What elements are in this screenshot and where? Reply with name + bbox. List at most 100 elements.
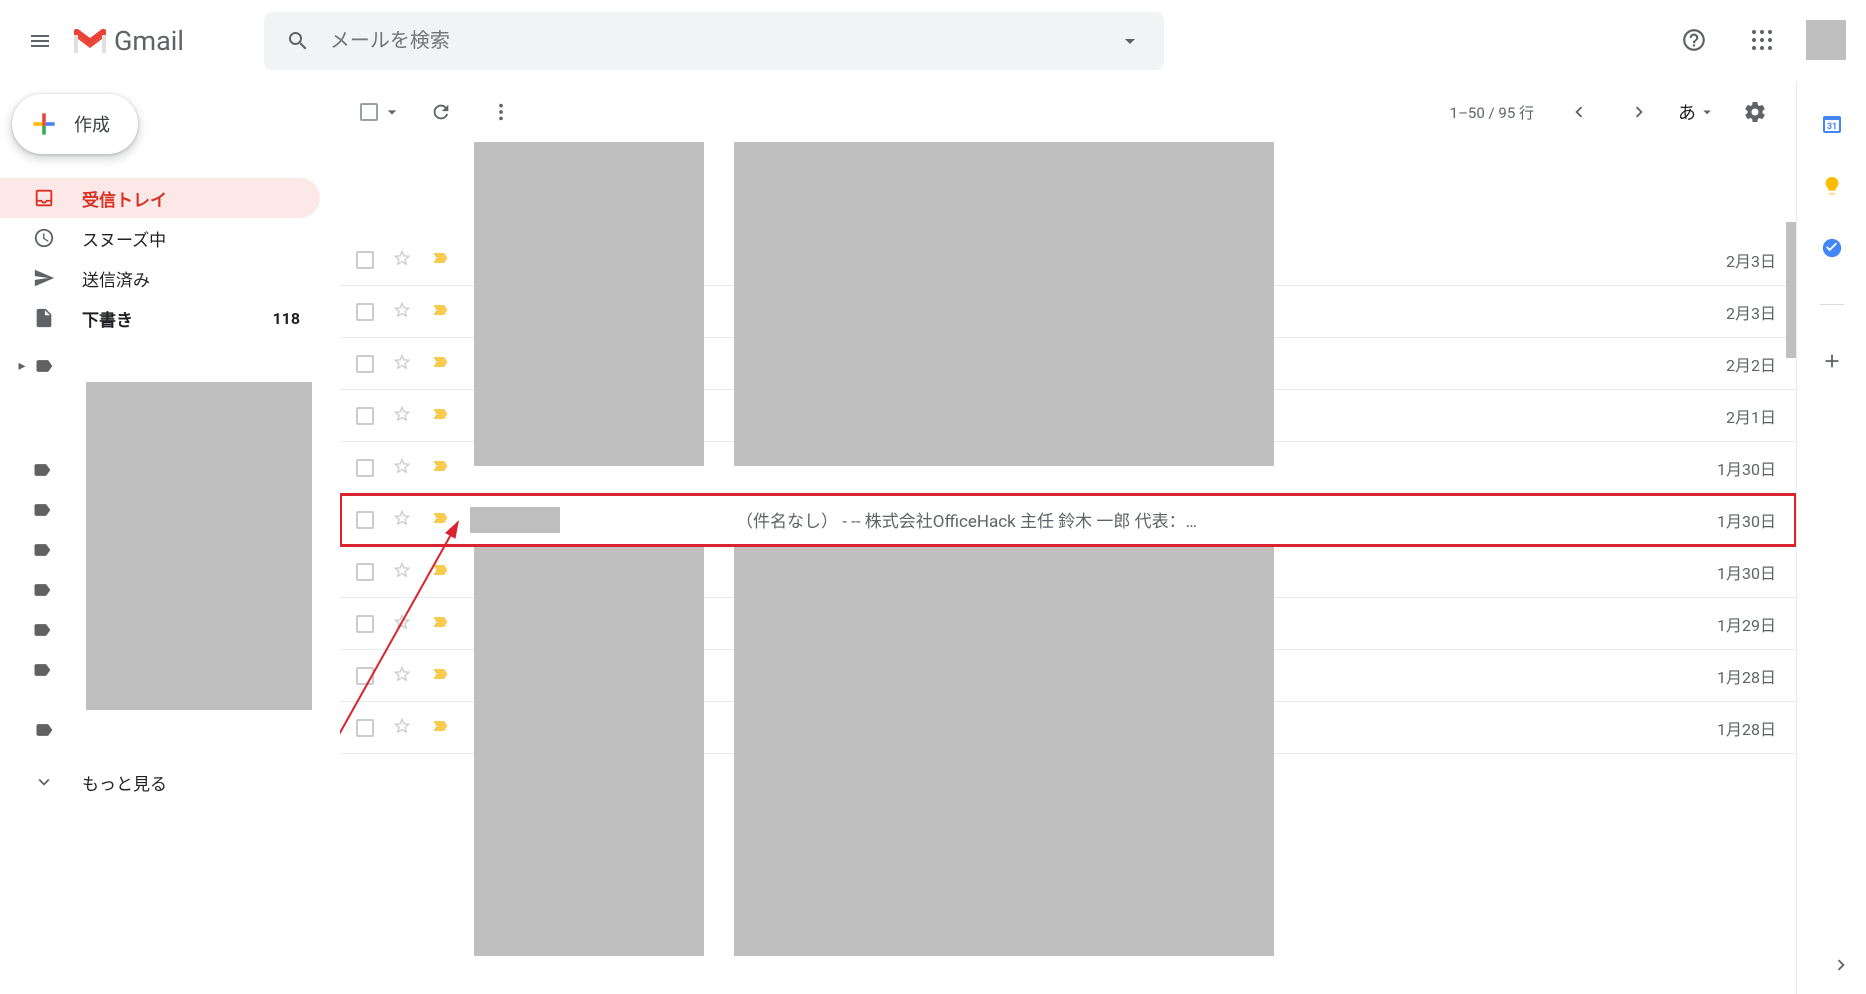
redacted-overlay xyxy=(734,142,1274,466)
select-all[interactable] xyxy=(360,102,402,122)
label-row-2[interactable] xyxy=(0,710,340,750)
side-panel-toggle[interactable] xyxy=(1830,954,1852,980)
label-row[interactable] xyxy=(0,382,340,422)
tasks-addon-icon[interactable] xyxy=(1820,236,1844,260)
nav-sent[interactable]: 送信済み xyxy=(0,258,320,298)
compose-button[interactable]: 作成 xyxy=(12,94,138,154)
row-checkbox[interactable] xyxy=(356,719,374,737)
importance-icon[interactable] xyxy=(430,612,450,636)
star-icon[interactable] xyxy=(392,612,412,636)
main-menu-button[interactable] xyxy=(16,17,64,65)
support-button[interactable] xyxy=(1670,16,1718,64)
importance-icon[interactable] xyxy=(430,664,450,688)
account-avatar[interactable] xyxy=(1806,20,1846,60)
search-box[interactable] xyxy=(264,12,1164,70)
nav-drafts-count: 118 xyxy=(272,309,300,328)
get-addons-button[interactable] xyxy=(1820,349,1844,373)
drafts-icon xyxy=(32,306,56,330)
refresh-button[interactable] xyxy=(420,91,462,133)
chevron-down-icon[interactable] xyxy=(382,102,402,122)
select-all-checkbox[interactable] xyxy=(360,103,378,121)
gmail-m-icon xyxy=(72,27,108,55)
row-checkbox[interactable] xyxy=(356,303,374,321)
clock-icon xyxy=(32,226,56,250)
date-cell: 1月30日 xyxy=(1686,560,1776,584)
importance-icon[interactable] xyxy=(430,300,450,324)
star-icon[interactable] xyxy=(392,300,412,324)
next-page-button[interactable] xyxy=(1618,91,1660,133)
sender-redacted xyxy=(470,507,560,533)
nav-more[interactable]: もっと見る xyxy=(0,762,340,802)
header-right xyxy=(1670,16,1846,64)
importance-icon[interactable] xyxy=(430,508,450,532)
redacted-overlay xyxy=(474,142,704,466)
main-pane: 1–50 / 95 行 あ 2月3日2月3日2月2日2月1日1月30日（ xyxy=(340,82,1796,994)
date-cell: 1月29日 xyxy=(1686,612,1776,636)
star-icon[interactable] xyxy=(392,508,412,532)
subject-cell: （件名なし） - -- 株式会社OfficeHack 主任 鈴木 一郎 代表：… xyxy=(732,507,1686,532)
star-icon[interactable] xyxy=(392,352,412,376)
prev-page-button[interactable] xyxy=(1558,91,1600,133)
nav-drafts[interactable]: 下書き 118 xyxy=(0,298,320,338)
input-method-label: あ xyxy=(1678,99,1696,125)
apps-button[interactable] xyxy=(1738,16,1786,64)
header: Gmail xyxy=(0,0,1866,82)
scrollbar-thumb[interactable] xyxy=(1786,222,1796,358)
nav-snoozed[interactable]: スヌーズ中 xyxy=(0,218,320,258)
date-cell: 1月28日 xyxy=(1686,664,1776,688)
toolbar: 1–50 / 95 行 あ xyxy=(340,82,1796,142)
row-checkbox[interactable] xyxy=(356,511,374,529)
star-icon[interactable] xyxy=(392,456,412,480)
date-cell: 2月3日 xyxy=(1686,248,1776,272)
row-checkbox[interactable] xyxy=(356,355,374,373)
nav-sent-label: 送信済み xyxy=(82,266,150,291)
settings-button[interactable] xyxy=(1734,91,1776,133)
star-icon[interactable] xyxy=(392,664,412,688)
chevron-right-icon: ▸ xyxy=(12,358,32,374)
row-checkbox[interactable] xyxy=(356,407,374,425)
nav-list: 受信トレイ スヌーズ中 送信済み 下書き 118 xyxy=(0,178,340,338)
side-panel: 31 xyxy=(1796,82,1866,994)
star-icon[interactable] xyxy=(392,560,412,584)
calendar-addon-icon[interactable]: 31 xyxy=(1820,112,1844,136)
plus-icon xyxy=(28,108,60,140)
importance-icon[interactable] xyxy=(430,404,450,428)
importance-icon[interactable] xyxy=(430,456,450,480)
importance-icon[interactable] xyxy=(430,560,450,584)
importance-icon[interactable] xyxy=(430,248,450,272)
gmail-logo-text: Gmail xyxy=(114,25,184,57)
importance-icon[interactable] xyxy=(430,352,450,376)
importance-icon[interactable] xyxy=(430,716,450,740)
chevron-down-icon xyxy=(32,771,56,793)
row-checkbox[interactable] xyxy=(356,251,374,269)
label-icon xyxy=(32,354,56,378)
nav-drafts-label: 下書き xyxy=(82,306,133,331)
divider xyxy=(1820,304,1844,305)
pagination-info: 1–50 / 95 行 xyxy=(1450,102,1534,123)
sidebar: 作成 受信トレイ スヌーズ中 送信済み 下書き 118 ▸ xyxy=(0,82,340,994)
search-options-dropdown[interactable] xyxy=(1106,29,1154,53)
row-checkbox[interactable] xyxy=(356,459,374,477)
keep-addon-icon[interactable] xyxy=(1820,174,1844,198)
label-row[interactable]: ▸ xyxy=(0,346,340,386)
mail-row[interactable]: （件名なし） - -- 株式会社OfficeHack 主任 鈴木 一郎 代表：…… xyxy=(340,494,1796,546)
compose-label: 作成 xyxy=(74,111,110,137)
row-checkbox[interactable] xyxy=(356,667,374,685)
chevron-down-icon xyxy=(1698,103,1716,121)
svg-text:31: 31 xyxy=(1826,122,1836,132)
search-icon[interactable] xyxy=(274,17,322,65)
input-method-button[interactable]: あ xyxy=(1678,99,1716,125)
search-input[interactable] xyxy=(322,30,1106,53)
labels-section: ▸ xyxy=(0,346,340,422)
nav-inbox[interactable]: 受信トレイ xyxy=(0,178,320,218)
label-icon xyxy=(32,500,52,520)
nav-snoozed-label: スヌーズ中 xyxy=(82,226,166,251)
gmail-logo[interactable]: Gmail xyxy=(72,25,184,57)
row-checkbox[interactable] xyxy=(356,615,374,633)
star-icon[interactable] xyxy=(392,716,412,740)
label-icon xyxy=(32,718,56,742)
star-icon[interactable] xyxy=(392,248,412,272)
more-button[interactable] xyxy=(480,91,522,133)
row-checkbox[interactable] xyxy=(356,563,374,581)
star-icon[interactable] xyxy=(392,404,412,428)
